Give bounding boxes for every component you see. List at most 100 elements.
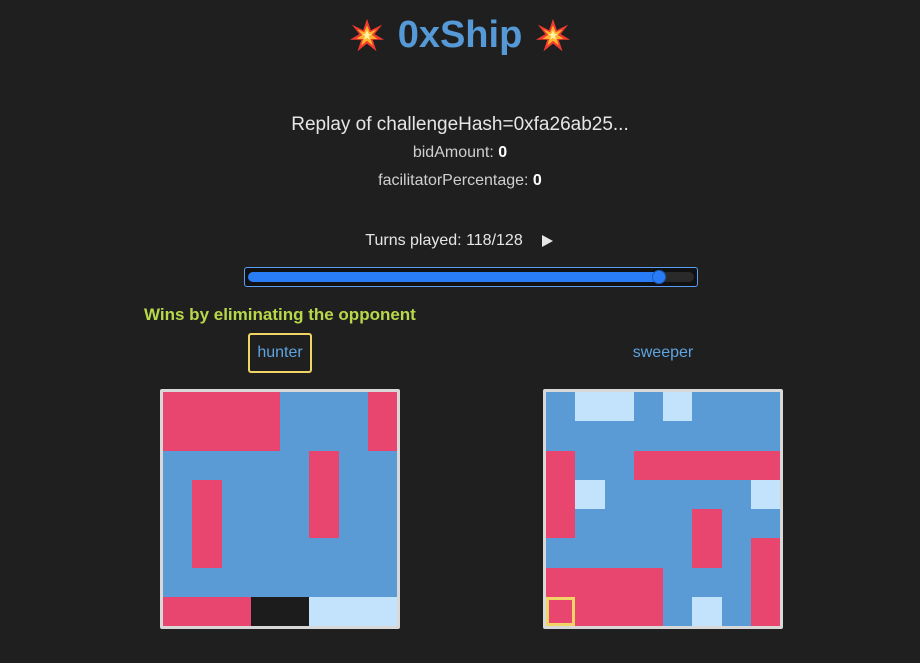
water-cell [163, 479, 193, 509]
hit-cell [604, 567, 634, 597]
water-cell [280, 509, 310, 539]
app-title-text: 0xShip [397, 14, 523, 56]
turn-slider-fill [248, 272, 660, 282]
facilitator-percentage-label: facilitatorPercentage: [378, 172, 529, 189]
water-cell [663, 421, 693, 451]
water-cell [250, 450, 280, 480]
hit-cell [163, 596, 193, 626]
facilitator-percentage-value: 0 [532, 172, 542, 189]
water-cell [633, 509, 663, 539]
water-cell [250, 538, 280, 568]
hit-cell [750, 596, 780, 626]
water-cell [367, 538, 397, 568]
water-cell [280, 567, 310, 597]
water-cell [604, 450, 634, 480]
water-cell [721, 421, 751, 451]
miss-cell [750, 479, 780, 509]
water-cell [338, 421, 368, 451]
water-cell [163, 450, 193, 480]
hit-cell [309, 450, 339, 480]
water-cell [633, 479, 663, 509]
water-cell [338, 479, 368, 509]
water-cell [280, 450, 310, 480]
cursor-cell [546, 596, 576, 626]
board-hunter [160, 389, 400, 629]
water-cell [692, 392, 722, 422]
water-cell [546, 392, 576, 422]
hit-cell [633, 596, 663, 626]
bid-amount-label: bidAmount: [412, 144, 494, 161]
turn-slider[interactable] [244, 267, 698, 287]
hit-cell [192, 392, 222, 422]
collision-icon [534, 17, 572, 55]
hit-cell [163, 392, 193, 422]
hit-cell [750, 538, 780, 568]
hit-cell [192, 509, 222, 539]
miss-cell [338, 596, 368, 626]
unknown-cell [280, 596, 310, 626]
miss-cell [575, 479, 605, 509]
water-cell [721, 479, 751, 509]
hit-cell [367, 421, 397, 451]
water-cell [721, 567, 751, 597]
miss-cell [692, 596, 722, 626]
water-cell [309, 421, 339, 451]
water-cell [604, 479, 634, 509]
replay-heading: Replay of challengeHash=0xfa26ab25... [291, 114, 629, 135]
hit-cell [309, 509, 339, 539]
water-cell [721, 538, 751, 568]
hit-cell [221, 421, 251, 451]
hit-cell [192, 596, 222, 626]
collision-icon [348, 17, 386, 55]
hit-cell [192, 538, 222, 568]
water-cell [280, 479, 310, 509]
water-cell [309, 567, 339, 597]
unknown-cell [250, 596, 280, 626]
board-grid [163, 392, 397, 626]
water-cell [309, 392, 339, 422]
water-cell [721, 392, 751, 422]
water-cell [663, 509, 693, 539]
water-cell [221, 450, 251, 480]
hit-cell [633, 450, 663, 480]
water-cell [750, 392, 780, 422]
water-cell [604, 538, 634, 568]
water-cell [192, 567, 222, 597]
app-title: 0xShip [0, 14, 920, 57]
bid-amount-line: bidAmount: 0 [0, 144, 920, 162]
turn-slider-thumb[interactable] [652, 270, 667, 284]
hit-cell [221, 392, 251, 422]
miss-cell [604, 392, 634, 422]
water-cell [250, 509, 280, 539]
water-cell [338, 392, 368, 422]
miss-cell [663, 392, 693, 422]
water-cell [163, 538, 193, 568]
water-cell [575, 421, 605, 451]
hit-cell [546, 567, 576, 597]
water-cell [221, 479, 251, 509]
water-cell [192, 450, 222, 480]
hit-cell [546, 450, 576, 480]
water-cell [221, 567, 251, 597]
hit-cell [221, 596, 251, 626]
play-icon[interactable] [539, 233, 555, 249]
facilitator-percentage-line: facilitatorPercentage: 0 [0, 172, 920, 190]
water-cell [692, 421, 722, 451]
water-cell [280, 421, 310, 451]
water-cell [221, 509, 251, 539]
water-cell [663, 567, 693, 597]
hit-cell [250, 421, 280, 451]
miss-cell [309, 596, 339, 626]
water-cell [633, 538, 663, 568]
hit-cell [750, 567, 780, 597]
hit-cell [692, 509, 722, 539]
water-cell [575, 509, 605, 539]
water-cell [750, 421, 780, 451]
miss-cell [367, 596, 397, 626]
turns-row: Turns played: 118/128 [0, 232, 920, 250]
hit-cell [250, 392, 280, 422]
board-grid [546, 392, 780, 626]
hit-cell [546, 479, 576, 509]
water-cell [663, 538, 693, 568]
water-cell [604, 421, 634, 451]
